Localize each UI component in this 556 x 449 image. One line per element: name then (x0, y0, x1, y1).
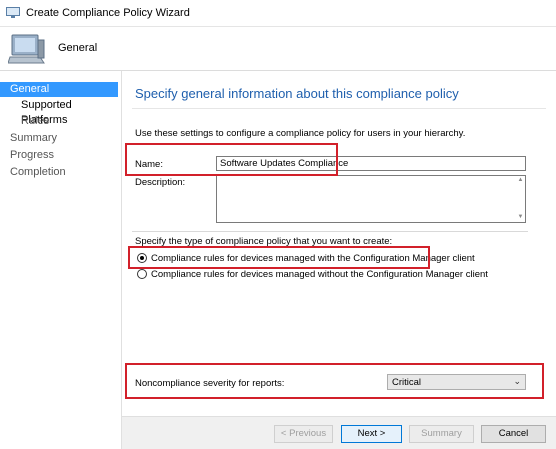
heading-divider (132, 108, 546, 109)
description-field[interactable]: ▲ ▼ (216, 175, 526, 223)
section-divider (132, 231, 528, 232)
radio-managed[interactable] (137, 253, 147, 263)
scroll-up-icon[interactable]: ▲ (516, 176, 525, 185)
scroll-down-icon[interactable]: ▼ (516, 213, 525, 222)
chevron-down-icon: ⌄ (513, 376, 521, 386)
nav-item-summary[interactable]: Summary (0, 131, 118, 146)
name-label: Name: (135, 159, 163, 170)
nav-item-general[interactable]: General (0, 82, 118, 97)
wizard-nav: General Supported Platforms Rules Summar… (0, 79, 118, 419)
severity-label: Noncompliance severity for reports: (135, 378, 285, 389)
nav-item-progress[interactable]: Progress (0, 148, 118, 163)
page-heading: Specify general information about this c… (135, 86, 459, 101)
computer-icon (6, 7, 20, 18)
next-button[interactable]: Next > (341, 425, 402, 443)
severity-select[interactable]: Critical ⌄ (387, 374, 526, 390)
title-bar: Create Compliance Policy Wizard (0, 0, 556, 27)
window-title: Create Compliance Policy Wizard (26, 7, 190, 19)
wizard-header: General (0, 27, 556, 71)
wizard-footer: < Previous Next > Summary Cancel (122, 416, 556, 449)
radio-unmanaged-label[interactable]: Compliance rules for devices managed wit… (151, 269, 488, 280)
summary-button[interactable]: Summary (409, 425, 474, 443)
description-label: Description: (135, 177, 186, 188)
severity-value: Critical (392, 377, 422, 388)
cancel-button[interactable]: Cancel (481, 425, 546, 443)
wizard-content: Specify general information about this c… (122, 71, 556, 416)
nav-item-completion[interactable]: Completion (0, 165, 118, 180)
nav-item-rules[interactable]: Rules (0, 114, 118, 129)
nav-item-supported-platforms[interactable]: Supported Platforms (0, 98, 118, 126)
page-description: Use these settings to configure a compli… (135, 128, 466, 139)
previous-button[interactable]: < Previous (274, 425, 333, 443)
page-name: General (58, 42, 98, 54)
computer-icon (8, 34, 45, 64)
radio-managed-label[interactable]: Compliance rules for devices managed wit… (151, 253, 475, 264)
policy-type-label: Specify the type of compliance policy th… (135, 236, 393, 247)
radio-unmanaged[interactable] (137, 269, 147, 279)
name-field[interactable] (216, 156, 526, 171)
